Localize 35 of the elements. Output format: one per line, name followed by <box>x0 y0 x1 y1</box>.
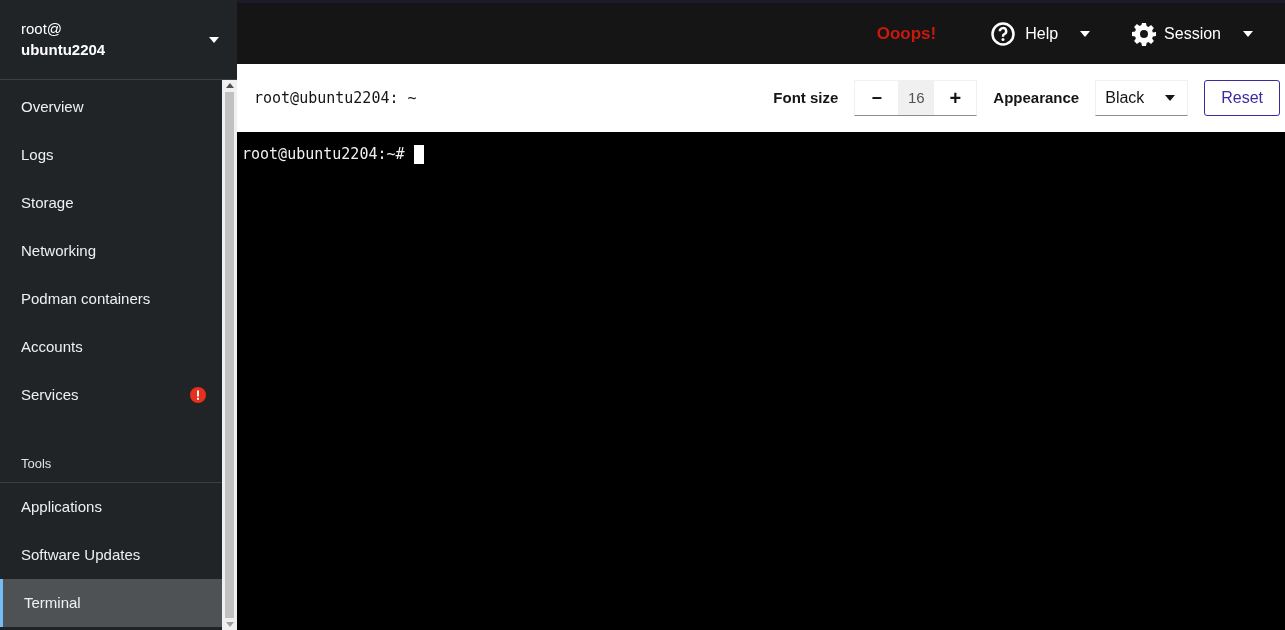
nav-item[interactable]: Podman containers <box>0 275 222 323</box>
caret-icon <box>1165 95 1176 101</box>
section-label: Tools <box>21 454 52 473</box>
nav-item[interactable]: Applications <box>0 483 222 531</box>
decrease-button[interactable]: − <box>855 81 899 115</box>
font-size-value: 16 <box>898 81 935 115</box>
settings-icon <box>1132 21 1157 46</box>
appearance-select[interactable]: Black <box>1095 80 1189 116</box>
terminal-screen[interactable]: root@ubuntu2204:~# <box>237 132 1285 630</box>
help-icon <box>991 21 1016 46</box>
scroll-down-icon[interactable] <box>225 622 234 627</box>
session-menu[interactable]: Session <box>1132 21 1253 46</box>
nav-item[interactable]: Overview <box>0 83 222 131</box>
caret-icon <box>1243 30 1253 37</box>
appearance-label: Appearance <box>993 87 1080 108</box>
nav-item[interactable]: Accounts <box>0 323 222 371</box>
host-name: ubuntu2204 <box>21 39 106 60</box>
host-user: root@ <box>21 18 64 39</box>
caret-icon <box>1080 30 1091 37</box>
nav-item[interactable]: Terminal <box>0 579 222 627</box>
nav-item[interactable]: Logs <box>0 131 222 179</box>
nav-item[interactable]: Networking <box>0 227 222 275</box>
reset-button[interactable]: Reset <box>1204 80 1280 116</box>
help-menu[interactable]: Help <box>991 21 1091 46</box>
scroll-up-icon[interactable] <box>225 83 234 88</box>
nav-item[interactable]: Services <box>0 371 222 419</box>
font-size-label: Font size <box>773 87 839 108</box>
cursor-icon <box>413 144 424 164</box>
caret-icon <box>209 36 219 43</box>
scrollbar[interactable] <box>222 80 237 630</box>
nav-item[interactable]: Software Updates <box>0 531 222 579</box>
terminal-prompt: root@ubuntu2204:~# <box>242 144 405 165</box>
nav-item[interactable]: Storage <box>0 179 222 227</box>
increase-button[interactable]: + <box>934 81 977 115</box>
terminal-title: root@ubuntu2204: ~ <box>254 87 418 109</box>
